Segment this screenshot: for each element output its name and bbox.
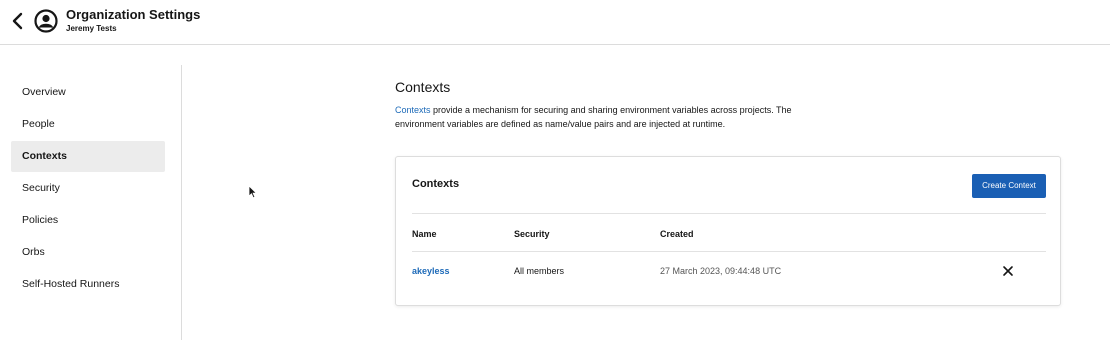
contexts-card: Contexts Create Context Name Security Cr… (395, 156, 1061, 306)
sidebar-item-overview[interactable]: Overview (11, 77, 165, 108)
description-text: provide a mechanism for securing and sha… (395, 105, 792, 129)
column-header-created: Created (660, 229, 694, 239)
page-title: Organization Settings (66, 7, 201, 22)
card-title: Contexts (412, 178, 460, 190)
context-name-link[interactable]: akeyless (412, 265, 450, 277)
contexts-docs-link[interactable]: Contexts (395, 105, 431, 115)
card-divider (412, 213, 1046, 214)
column-header-security: Security (514, 229, 550, 239)
sidebar-gap (181, 45, 182, 65)
sidebar-item-security[interactable]: Security (11, 173, 165, 204)
sidebar-item-people[interactable]: People (11, 109, 165, 140)
context-created: 27 March 2023, 09:44:48 UTC (660, 266, 782, 276)
create-context-button[interactable]: Create Context (972, 174, 1046, 198)
org-avatar-icon (34, 9, 58, 33)
section-description: Contexts provide a mechanism for securin… (395, 103, 815, 131)
sidebar-item-policies[interactable]: Policies (11, 205, 165, 236)
mouse-pointer-icon (248, 185, 258, 199)
delete-context-close-icon[interactable] (1001, 264, 1015, 278)
org-name: Jeremy Tests (66, 24, 117, 33)
table-header-divider (412, 251, 1046, 252)
context-security: All members (514, 266, 565, 276)
sidebar-item-orbs[interactable]: Orbs (11, 237, 165, 268)
sidebar-item-contexts[interactable]: Contexts (11, 141, 165, 172)
section-title: Contexts (395, 79, 451, 95)
column-header-name: Name (412, 229, 437, 239)
sidebar-item-self-hosted-runners[interactable]: Self-Hosted Runners (11, 269, 165, 300)
app-header: Organization Settings Jeremy Tests (0, 0, 1110, 45)
back-arrow-icon[interactable] (10, 11, 26, 31)
